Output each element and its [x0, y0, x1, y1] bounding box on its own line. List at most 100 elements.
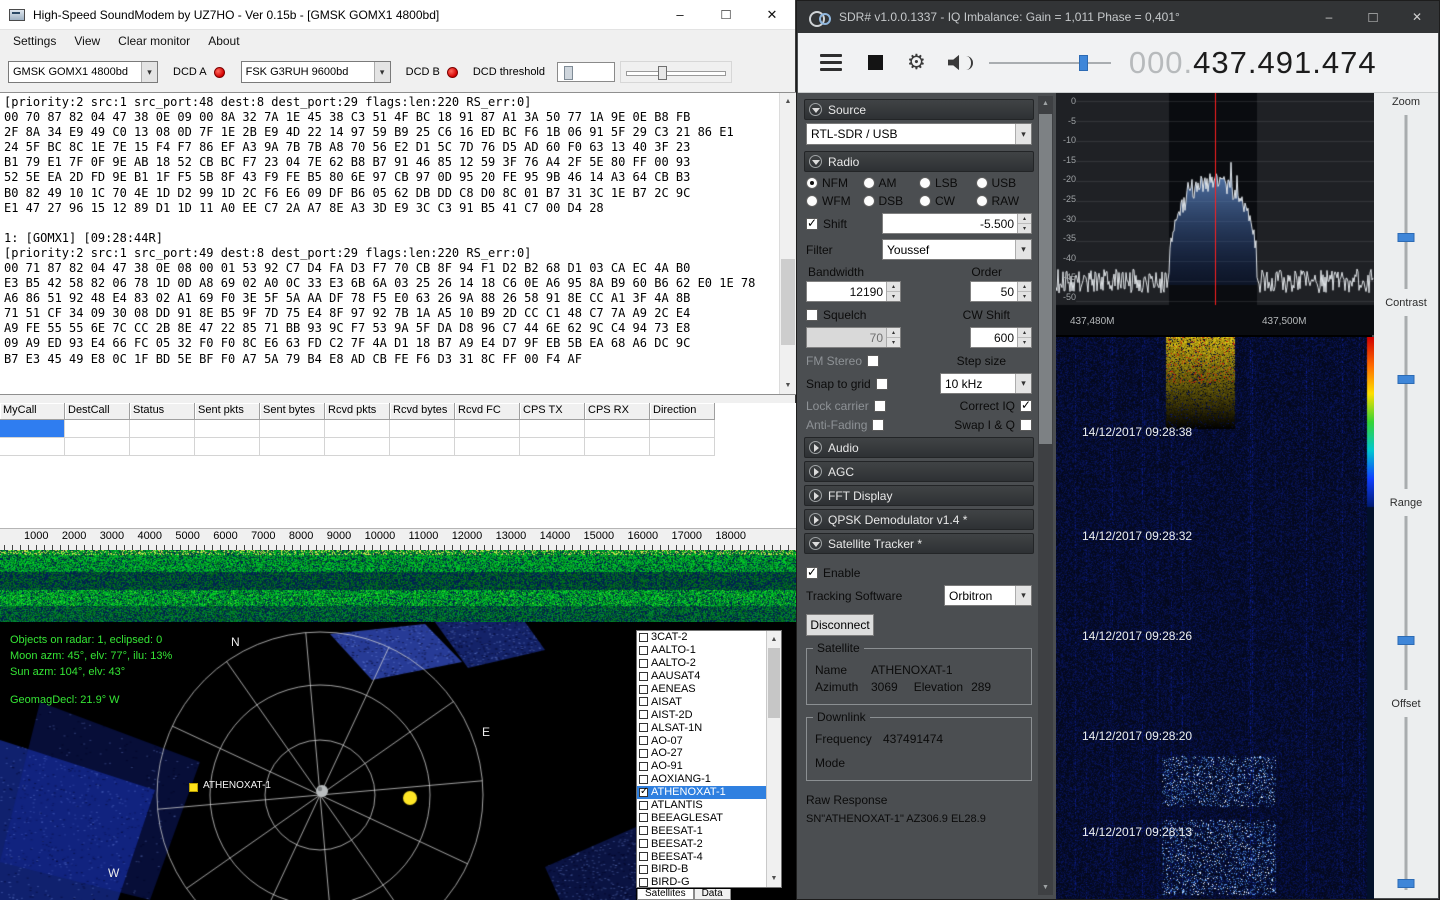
satellite-list-item[interactable]: AISAT [637, 695, 781, 708]
swap-iq-checkbox[interactable]: Swap I & Q [954, 418, 1032, 432]
modem-a-select[interactable]: GMSK GOMX1 4800bd [8, 61, 158, 83]
tracker-tab[interactable]: Data [694, 889, 731, 900]
chevron-down-icon[interactable] [1015, 586, 1031, 605]
panel-header-collapsed[interactable]: AGC [804, 461, 1034, 482]
bandwidth-spinner[interactable]: 12190 [806, 281, 901, 302]
scrollbar-thumb[interactable] [1039, 114, 1052, 444]
table-row[interactable] [0, 438, 796, 456]
spinner-buttons[interactable] [1017, 282, 1031, 301]
squelch-checkbox[interactable]: Squelch [806, 308, 866, 322]
squelch-spinner[interactable]: 70 [806, 327, 901, 348]
scroll-up-icon[interactable]: ▲ [767, 631, 781, 648]
checkbox-icon[interactable] [1020, 400, 1032, 412]
table-header-cell[interactable]: Rcvd FC [455, 403, 520, 420]
radio-icon[interactable] [806, 177, 818, 189]
sdrsharp-titlebar[interactable]: SDR# v1.0.0.1337 - IQ Imbalance: Gain = … [797, 1, 1439, 33]
panel-header-source[interactable]: Source [804, 99, 1034, 120]
satellite-list-item[interactable]: BEEAGLESAT [637, 811, 781, 824]
close-icon[interactable] [1395, 1, 1439, 33]
checkbox-icon[interactable] [806, 218, 818, 230]
chevron-down-icon[interactable] [374, 62, 390, 82]
table-header-cell[interactable]: Status [130, 403, 195, 420]
source-device-select[interactable]: RTL-SDR / USB [806, 123, 1032, 145]
shift-spinner[interactable]: -5.500 [882, 213, 1032, 234]
radio-icon[interactable] [863, 177, 875, 189]
shift-checkbox[interactable]: Shift [806, 217, 847, 231]
satellite-list[interactable]: 3CAT-2 AALTO-1 AALTO-2 AAUSAT4 AENEAS AI… [636, 630, 782, 888]
stop-icon[interactable] [868, 55, 883, 70]
maximize-icon[interactable] [703, 0, 749, 29]
menu-item[interactable]: Settings [4, 31, 65, 51]
satellite-checkbox[interactable] [639, 852, 648, 861]
satellite-checkbox[interactable] [639, 775, 648, 784]
satellite-list-item[interactable]: ATHENOXAT-1 [637, 786, 781, 799]
spinner-buttons[interactable] [1017, 214, 1031, 233]
spinner-buttons[interactable] [1017, 328, 1031, 347]
slider-track[interactable] [1374, 111, 1438, 297]
satellite-checkbox[interactable] [639, 788, 648, 797]
satellite-list-item[interactable]: AO-91 [637, 760, 781, 773]
scroll-up-icon[interactable]: ▲ [1038, 96, 1053, 111]
mode-radio[interactable]: WFM [806, 194, 863, 208]
mode-radio[interactable]: NFM [806, 176, 863, 190]
correct-iq-checkbox[interactable]: Correct IQ [960, 399, 1032, 413]
panel-header-radio[interactable]: Radio [804, 151, 1034, 172]
table-header-cell[interactable]: CPS TX [520, 403, 585, 420]
checkbox-icon[interactable] [1020, 419, 1032, 431]
table-header-cell[interactable]: Rcvd bytes [390, 403, 455, 420]
satellite-checkbox[interactable] [639, 659, 648, 668]
waterfall-canvas[interactable] [1056, 337, 1374, 899]
table-header-cell[interactable]: MyCall [0, 403, 65, 420]
waterfall-display[interactable]: 14/12/2017 09:28:3814/12/2017 09:28:3214… [1056, 337, 1372, 896]
satellite-list-item[interactable]: AIST-2D [637, 708, 781, 721]
chevron-down-icon[interactable] [141, 62, 157, 82]
checkbox-icon[interactable] [874, 400, 886, 412]
expand-arrow-icon[interactable] [809, 489, 822, 502]
satellite-list-item[interactable]: 3CAT-2 [637, 631, 781, 644]
expand-arrow-icon[interactable] [809, 513, 822, 526]
satellite-list-item[interactable]: BIRD-B [637, 863, 781, 876]
satellite-list-item[interactable]: AAUSAT4 [637, 670, 781, 683]
satellite-list-item[interactable]: BEESAT-4 [637, 850, 781, 863]
radio-icon[interactable] [919, 177, 931, 189]
menu-item[interactable]: About [199, 31, 248, 51]
mode-radio[interactable]: LSB [919, 176, 976, 190]
checkbox-icon[interactable] [872, 419, 884, 431]
monitor-scrollbar[interactable]: ▲ ▼ [779, 93, 796, 394]
speaker-icon[interactable] [948, 55, 964, 71]
checkbox-icon[interactable] [806, 309, 818, 321]
satellite-list-item[interactable]: AO-07 [637, 734, 781, 747]
expand-arrow-icon[interactable] [809, 441, 822, 454]
radio-icon[interactable] [863, 195, 875, 207]
checkbox-icon[interactable] [806, 567, 818, 579]
radio-icon[interactable] [919, 195, 931, 207]
table-cell-selected[interactable] [0, 420, 65, 438]
slider-thumb[interactable] [1398, 636, 1415, 645]
slider-thumb[interactable] [1398, 375, 1415, 384]
scroll-up-icon[interactable]: ▲ [780, 93, 796, 110]
satellite-checkbox[interactable] [639, 723, 648, 732]
scroll-down-icon[interactable]: ▼ [767, 870, 781, 887]
satellite-list-scrollbar[interactable]: ▲ ▼ [766, 631, 781, 887]
spinner-buttons[interactable] [886, 282, 900, 301]
radio-icon[interactable] [806, 195, 818, 207]
tracking-software-select[interactable]: Orbitron [944, 585, 1032, 606]
modem-b-select[interactable]: FSK G3RUH 9600bd [241, 61, 391, 83]
chevron-down-icon[interactable] [1015, 240, 1031, 259]
satellite-checkbox[interactable] [639, 672, 648, 681]
slider-thumb[interactable] [1079, 55, 1088, 71]
satellite-checkbox[interactable] [639, 736, 648, 745]
satellite-list-item[interactable]: AOXIANG-1 [637, 773, 781, 786]
satellite-checkbox[interactable] [639, 633, 648, 642]
cw-shift-spinner[interactable]: 600 [970, 327, 1032, 348]
table-header-cell[interactable]: Direction [650, 403, 715, 420]
soundmodem-waterfall[interactable] [0, 550, 796, 622]
satellite-list-item[interactable]: BEESAT-2 [637, 837, 781, 850]
collapse-arrow-icon[interactable] [809, 155, 822, 168]
scroll-down-icon[interactable]: ▼ [1038, 880, 1053, 895]
table-header-cell[interactable]: DestCall [65, 403, 130, 420]
slider-track[interactable] [1374, 312, 1438, 498]
satellite-list-item[interactable]: AALTO-2 [637, 657, 781, 670]
mode-radio[interactable]: RAW [976, 194, 1033, 208]
satellite-list-item[interactable]: BEESAT-1 [637, 824, 781, 837]
